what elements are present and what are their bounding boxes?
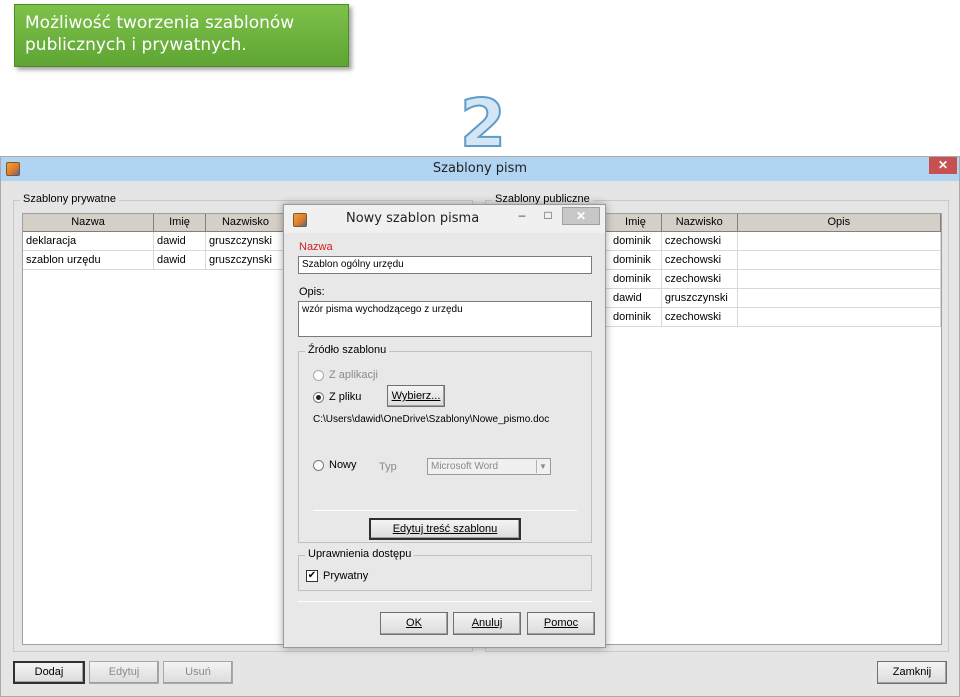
edit-template-content-button[interactable]: Edytuj treść szablonu [369, 518, 521, 540]
help-label: Pomoc [543, 617, 579, 629]
description-input[interactable]: wzór pisma wychodzącego z urzędu [298, 301, 592, 337]
cell-description [738, 270, 941, 288]
type-select[interactable]: Microsoft Word ▼ [427, 458, 551, 475]
cell-name: szablon urzędu [23, 251, 154, 269]
from-file-label: Z pliku [329, 391, 362, 403]
cell-firstname: dominik [610, 251, 662, 269]
add-button[interactable]: Dodaj [13, 661, 85, 684]
cell-name: deklaracja [23, 232, 154, 250]
chevron-down-icon: ▼ [536, 460, 549, 473]
cell-description [738, 308, 941, 326]
from-app-radio[interactable] [313, 370, 324, 381]
choose-file-label: Wybierz... [391, 390, 441, 402]
file-path: C:\Users\dawid\OneDrive\Szablony\Nowe_pi… [313, 414, 550, 425]
private-label: Prywatny [323, 570, 369, 582]
column-header-firstname[interactable]: Imię [610, 214, 662, 231]
description-label: Opis: [299, 286, 325, 298]
main-window-title: Szablony pism [432, 161, 528, 176]
dialog-titlebar: Nowy szablon pisma – □ ✕ [284, 205, 605, 233]
cell-firstname: dawid [154, 251, 206, 269]
cell-description [738, 232, 941, 250]
check-icon: ✔ [307, 570, 317, 581]
separator [313, 510, 577, 511]
private-checkbox[interactable]: ✔ [306, 570, 318, 582]
column-header-firstname[interactable]: Imię [154, 214, 206, 231]
new-label: Nowy [329, 459, 357, 471]
help-button[interactable]: Pomoc [527, 612, 595, 635]
close-button[interactable]: Zamknij [877, 661, 947, 684]
cell-lastname: czechowski [662, 270, 738, 288]
cell-lastname: gruszczynski [206, 232, 286, 250]
delete-button[interactable]: Usuń [163, 661, 233, 684]
type-select-value: Microsoft Word [431, 461, 499, 472]
cell-firstname: dominik [610, 270, 662, 288]
column-header-description[interactable]: Opis [738, 214, 941, 231]
app-icon [293, 213, 307, 227]
private-templates-legend: Szablony prywatne [20, 193, 119, 205]
new-radio[interactable] [313, 460, 324, 471]
cell-lastname: gruszczynski [662, 289, 738, 307]
cell-description [738, 289, 941, 307]
dialog-title: Nowy szablon pisma [346, 211, 480, 226]
maximize-icon[interactable]: □ [536, 207, 560, 225]
close-icon[interactable]: ✕ [562, 207, 600, 225]
close-icon[interactable]: ✕ [929, 157, 957, 174]
cell-firstname: dawid [610, 289, 662, 307]
template-source-legend: Źródło szablonu [305, 344, 390, 356]
name-label: Nazwa [299, 241, 333, 253]
column-header-name[interactable]: Nazwa [23, 214, 154, 231]
edit-template-content-label: Edytuj treść szablonu [392, 523, 498, 535]
from-file-radio[interactable] [313, 392, 324, 403]
cell-firstname: dawid [154, 232, 206, 250]
callout-line-1: Możliwość tworzenia szablonów [25, 13, 295, 33]
permissions-legend: Uprawnienia dostępu [305, 548, 415, 560]
main-titlebar: Szablony pism ✕ [1, 157, 959, 181]
cell-lastname: czechowski [662, 308, 738, 326]
choose-file-button[interactable]: Wybierz... [387, 385, 445, 407]
cell-lastname: gruszczynski [206, 251, 286, 269]
name-input[interactable]: Szablon ogólny urzędu [298, 256, 592, 274]
cell-lastname: czechowski [662, 232, 738, 250]
new-template-dialog: Nowy szablon pisma – □ ✕ Nazwa Szablon o… [283, 204, 606, 648]
separator [298, 601, 592, 602]
column-header-lastname[interactable]: Nazwisko [206, 214, 286, 231]
step-number: 2 [459, 85, 507, 162]
cell-description [738, 251, 941, 269]
ok-label: OK [406, 617, 422, 629]
cell-firstname: dominik [610, 308, 662, 326]
callout-note: Możliwość tworzenia szablonów publicznyc… [14, 4, 349, 67]
type-label: Typ [379, 461, 397, 473]
cancel-button[interactable]: Anuluj [453, 612, 521, 635]
permissions-group: Uprawnienia dostępu ✔ Prywatny [298, 548, 592, 591]
edit-button[interactable]: Edytuj [89, 661, 159, 684]
template-source-group: Źródło szablonu Z aplikacji Z pliku Wybi… [298, 344, 592, 543]
column-header-lastname[interactable]: Nazwisko [662, 214, 738, 231]
minimize-icon[interactable]: – [510, 207, 534, 225]
cell-firstname: dominik [610, 232, 662, 250]
cell-lastname: czechowski [662, 251, 738, 269]
callout-line-2: publicznych i prywatnych. [25, 35, 247, 55]
cancel-label: Anuluj [471, 617, 503, 629]
from-app-label: Z aplikacji [329, 369, 378, 381]
ok-button[interactable]: OK [380, 612, 448, 635]
